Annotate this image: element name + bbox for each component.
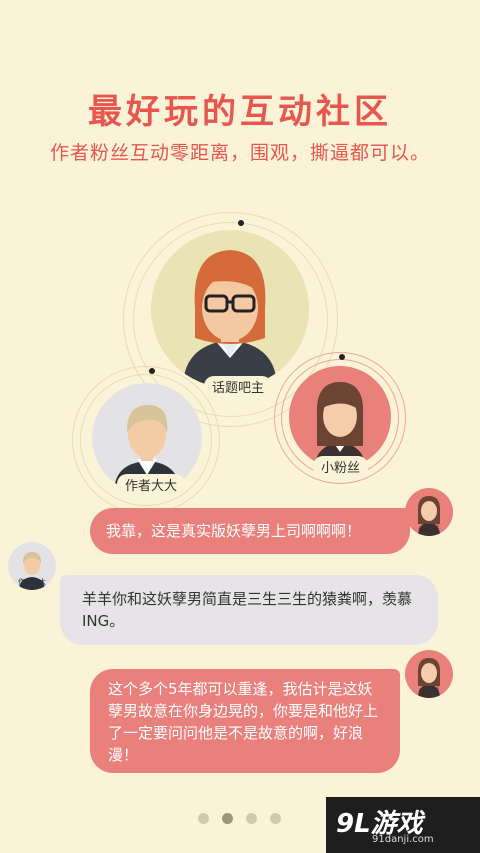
chat-text-2: 羊羊你和这妖孽男简直是三生三生的猿粪啊，羡慕ING。	[82, 590, 413, 630]
host-avatar[interactable]	[151, 230, 309, 388]
author-dot	[149, 368, 155, 374]
host-dot	[238, 220, 244, 226]
page-dot-4[interactable]	[270, 813, 281, 824]
page-dot-3[interactable]	[246, 813, 257, 824]
page-subtitle: 作者粉丝互动零距离，围观，撕逼都可以。	[49, 142, 430, 164]
chat-text-3: 这个多个5年都可以重逢，我估计是这妖孽男故意在你身边晃的，你要是和他好上了一定要…	[108, 680, 379, 764]
chat-text-1: 我靠，这是真实版妖孽男上司啊啊啊！	[106, 522, 362, 540]
page-title: 最好玩的互动社区	[88, 92, 392, 132]
chat-avatar-fan-2[interactable]: 小粉丝	[405, 650, 453, 698]
watermark-logo: 9L游戏 91danji.com	[326, 797, 480, 853]
chat-avatar-author-name: 作者大大	[18, 578, 46, 586]
chat-bubble-3: 这个多个5年都可以重逢，我估计是这妖孽男故意在你身边晃的，你要是和他好上了一定要…	[90, 669, 400, 773]
chat-bubble-1: 我靠，这是真实版妖孽男上司啊啊啊！	[90, 508, 410, 554]
author-label: 作者大大	[117, 474, 186, 495]
fan-dot	[339, 354, 345, 360]
page-dot-1[interactable]	[198, 813, 209, 824]
chat-avatar-fan-1-name: 小粉丝	[418, 524, 440, 532]
fan-avatar[interactable]	[289, 366, 391, 468]
page-indicator[interactable]	[198, 809, 294, 828]
chat-bubble-2: 羊羊你和这妖孽男简直是三生三生的猿粪啊，羡慕ING。	[60, 575, 438, 645]
page-dot-2[interactable]	[222, 813, 233, 824]
chat-avatar-fan-1[interactable]: 小粉丝	[405, 488, 453, 536]
host-label: 话题吧主	[204, 376, 273, 397]
fan-figure-icon	[315, 382, 365, 468]
chat-avatar-author[interactable]: 作者大大	[8, 542, 56, 590]
fan-label: 小粉丝	[313, 456, 369, 477]
host-figure-icon	[183, 250, 277, 388]
chat-avatar-fan-2-name: 小粉丝	[418, 686, 440, 694]
watermark-url: 91danji.com	[372, 834, 434, 845]
